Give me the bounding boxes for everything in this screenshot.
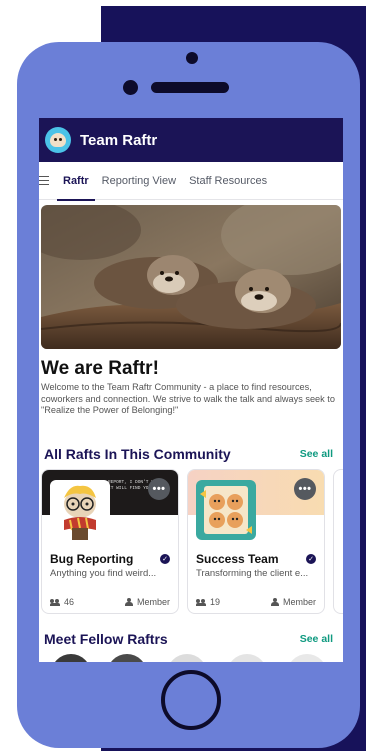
community-description: Welcome to the Team Raftr Community - a …: [41, 382, 335, 415]
role-value: Member: [136, 597, 170, 607]
community-title: We are Raftr!: [41, 358, 159, 379]
rafts-section-title: All Rafts In This Community: [44, 446, 231, 462]
people-see-all-link[interactable]: See all: [300, 633, 333, 645]
hero-image: [41, 205, 341, 349]
raft-role: Member: [270, 597, 316, 607]
raft-card-peek[interactable]: [333, 469, 343, 614]
people-icon: [50, 598, 60, 606]
app-header: Team Raftr: [39, 118, 343, 162]
raftr-logo-icon: [45, 127, 71, 153]
avatar[interactable]: [51, 654, 91, 662]
app-title: Team Raftr: [80, 131, 158, 149]
raft-member-count: 19: [196, 597, 220, 607]
raft-card-bug-reporting[interactable]: REPORT, I DON'T KNOW IT WILL FIND YOU AND…: [41, 469, 179, 614]
verified-icon: ✓: [306, 554, 316, 564]
member-count-value: 46: [64, 597, 75, 607]
member-count-value: 19: [210, 597, 221, 607]
app-screen: Team Raftr Raftr Reporting View Staff Re…: [39, 118, 343, 662]
bug-reporting-avatar: [50, 480, 110, 540]
rafts-see-all-link[interactable]: See all: [300, 448, 333, 460]
role-value: Member: [282, 597, 316, 607]
raft-description: Anything you find weird...: [50, 568, 157, 579]
person-icon: [124, 598, 133, 606]
tab-raftr[interactable]: Raftr: [57, 162, 95, 201]
home-button[interactable]: [161, 670, 221, 730]
more-icon[interactable]: •••: [294, 478, 316, 500]
people-section-title: Meet Fellow Raftrs: [44, 631, 168, 647]
success-team-avatar: [196, 480, 256, 540]
raft-name: Bug Reporting: [50, 552, 134, 566]
person-icon: [270, 598, 279, 606]
tab-bar: Raftr Reporting View Staff Resources: [39, 162, 343, 201]
tab-reporting-view[interactable]: Reporting View: [102, 162, 176, 200]
phone-sensor: [186, 52, 198, 64]
more-icon[interactable]: •••: [148, 478, 170, 500]
avatar[interactable]: [107, 654, 147, 662]
raft-role: Member: [124, 597, 170, 607]
raft-card-success-team[interactable]: ••• Success Team ✓ Transforming the clie…: [187, 469, 325, 614]
tab-staff-resources[interactable]: Staff Resources: [189, 162, 267, 200]
phone-speaker: [151, 82, 229, 93]
phone-camera: [123, 80, 138, 95]
menu-icon[interactable]: [39, 175, 49, 186]
avatar[interactable]: [227, 654, 267, 662]
people-icon: [196, 598, 206, 606]
raft-description: Transforming the client e...: [196, 568, 309, 579]
avatar[interactable]: [167, 654, 207, 662]
raft-member-count: 46: [50, 597, 74, 607]
raft-name: Success Team: [196, 552, 279, 566]
avatar[interactable]: [287, 654, 327, 662]
verified-icon: ✓: [160, 554, 170, 564]
